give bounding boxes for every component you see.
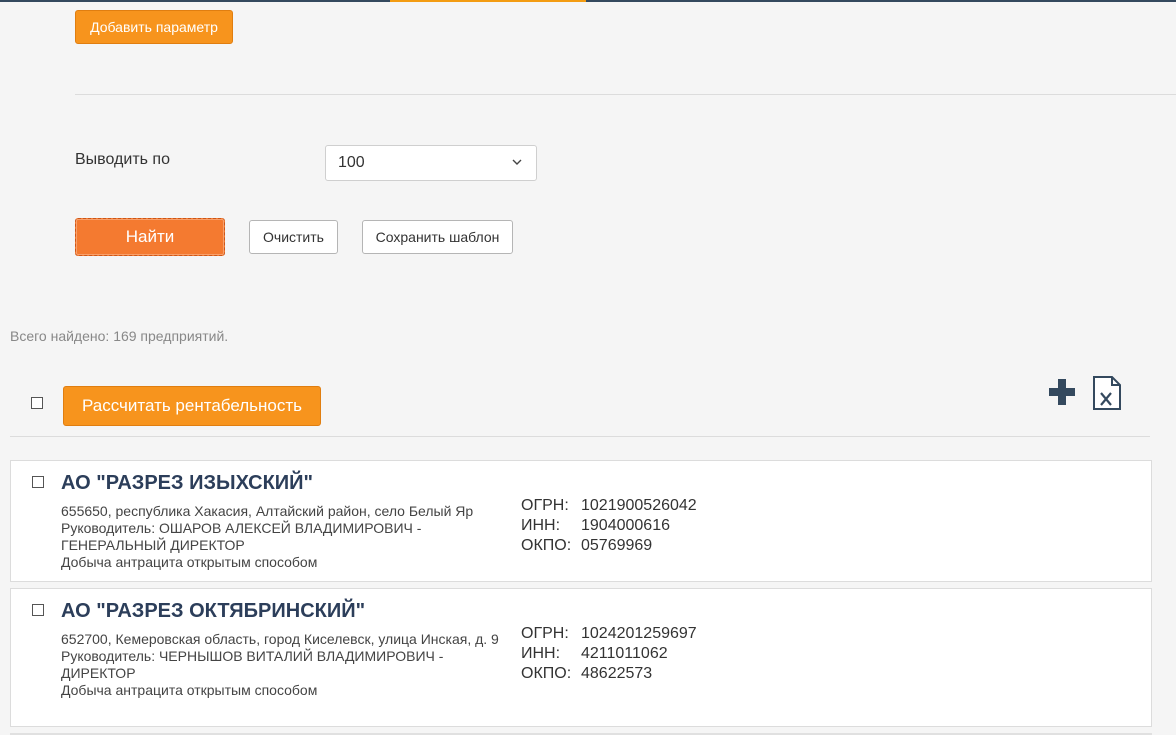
divider xyxy=(10,436,1150,437)
divider xyxy=(75,94,1176,95)
company-address: 655650, республика Хакасия, Алтайский ра… xyxy=(61,503,474,519)
excel-export-icon[interactable] xyxy=(1092,376,1122,410)
inn-row: ИНН: 1904000616 xyxy=(521,516,697,536)
select-all-checkbox[interactable] xyxy=(31,397,43,409)
company-details: 655650, республика Хакасия, Алтайский ра… xyxy=(61,503,501,571)
okpo-label: ОКПО: xyxy=(521,665,572,682)
calculate-profitability-button[interactable]: Рассчитать рентабельность xyxy=(63,386,321,426)
company-activity: Добыча антрацита открытым способом xyxy=(61,682,318,698)
company-checkbox[interactable] xyxy=(32,476,44,488)
page-size-label: Выводить по xyxy=(75,151,170,168)
page-size-value: 100 xyxy=(338,154,365,171)
company-title-link[interactable]: АО "РАЗРЕЗ ОКТЯБРИНСКИЙ" xyxy=(61,600,365,623)
company-title-link[interactable]: АО "РАЗРЕЗ ИЗЫХСКИЙ" xyxy=(61,472,313,495)
company-identifiers: ОГРН: 1021900526042 ИНН: 1904000616 ОКПО: 0… xyxy=(521,496,697,556)
chevron-down-icon xyxy=(512,159,522,165)
company-checkbox[interactable] xyxy=(32,604,44,616)
results-total: Всего найдено: 169 предприятий. xyxy=(10,328,229,344)
company-card: АО "РАЗРЕЗ ОКТЯБРИНСКИЙ" 652700, Кемеров… xyxy=(10,588,1152,727)
company-details: 652700, Кемеровская область, город Кисел… xyxy=(61,631,501,699)
okpo-label: ОКПО: xyxy=(521,537,572,554)
ogrn-row: ОГРН: 1024201259697 xyxy=(521,624,697,644)
inn-value: 4211011062 xyxy=(581,645,668,662)
add-parameter-button[interactable]: Добавить параметр xyxy=(75,10,233,44)
company-head: Руководитель: ОШАРОВ АЛЕКСЕЙ ВЛАДИМИРОВИ… xyxy=(61,520,422,553)
save-template-button[interactable]: Сохранить шаблон xyxy=(362,220,513,254)
ogrn-label: ОГРН: xyxy=(521,625,569,642)
inn-row: ИНН: 4211011062 xyxy=(521,644,697,664)
ogrn-value: 1024201259697 xyxy=(581,625,697,642)
inn-label: ИНН: xyxy=(521,645,561,662)
company-address: 652700, Кемеровская область, город Кисел… xyxy=(61,631,499,647)
inn-value: 1904000616 xyxy=(581,517,670,534)
inn-label: ИНН: xyxy=(521,517,561,534)
company-identifiers: ОГРН: 1024201259697 ИНН: 4211011062 ОКПО: 4… xyxy=(521,624,697,684)
clear-button[interactable]: Очистить xyxy=(249,220,338,254)
plus-icon[interactable] xyxy=(1048,378,1076,406)
okpo-value: 48622573 xyxy=(581,665,653,682)
okpo-row: ОКПО: 48622573 xyxy=(521,664,697,684)
ogrn-row: ОГРН: 1021900526042 xyxy=(521,496,697,516)
ogrn-value: 1021900526042 xyxy=(581,497,697,514)
find-button[interactable]: Найти xyxy=(75,218,225,256)
ogrn-label: ОГРН: xyxy=(521,497,569,514)
company-head: Руководитель: ЧЕРНЫШОВ ВИТАЛИЙ ВЛАДИМИРО… xyxy=(61,648,444,681)
active-tab-indicator xyxy=(390,0,586,2)
okpo-value: 05769969 xyxy=(581,537,653,554)
company-card: АО "РАЗРЕЗ ИЗЫХСКИЙ" 655650, республика … xyxy=(10,460,1152,582)
okpo-row: ОКПО: 05769969 xyxy=(521,536,697,556)
top-border xyxy=(0,0,1176,2)
page-size-select[interactable]: 100 xyxy=(325,145,537,181)
company-activity: Добыча антрацита открытым способом xyxy=(61,554,318,570)
